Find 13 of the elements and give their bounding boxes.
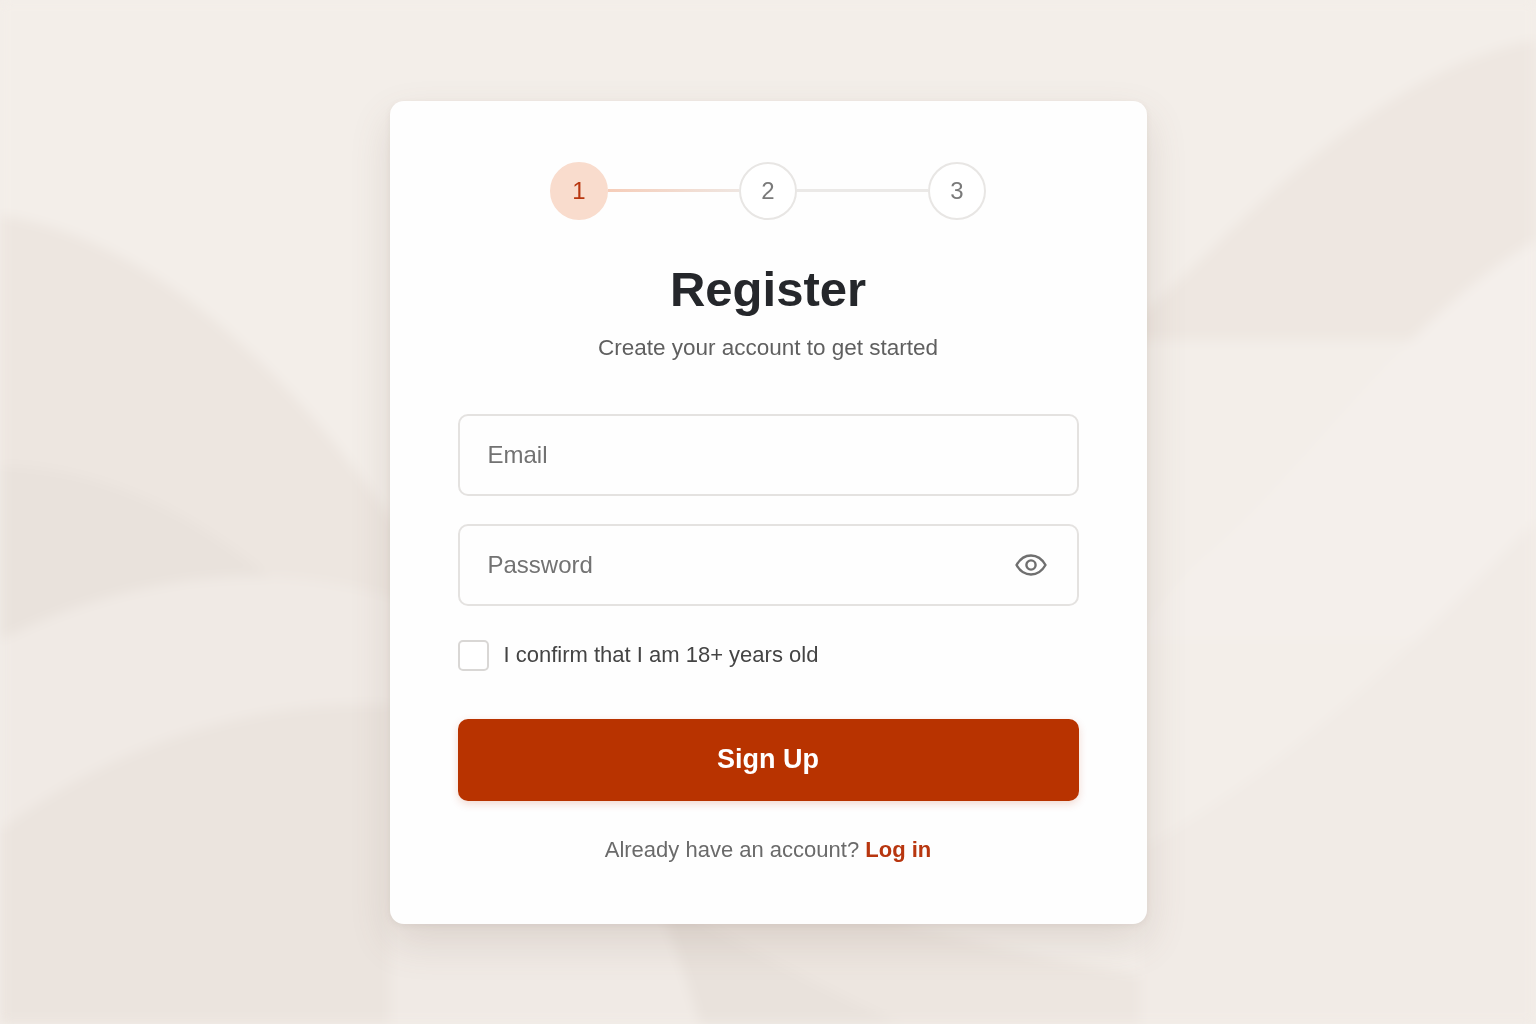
eye-icon[interactable] [1014,553,1047,576]
email-field[interactable]: Email [457,413,1079,496]
age-checkbox[interactable] [457,639,489,671]
step-indicator: 2 [739,161,797,220]
age-confirm-label: I confirm that I am 18+ years old [503,642,819,668]
step-indicator: 1 [550,161,608,220]
sign-up-button[interactable]: Sign Up [457,718,1079,801]
page-title: Register [669,260,867,318]
password-field[interactable]: Password [457,523,1079,606]
subtitle: Create your account to get started [597,333,939,362]
step-indicator: 3 [928,161,986,220]
login-prompt: Already have an account? Log in [604,835,932,864]
login-link[interactable]: Log in [865,836,932,862]
